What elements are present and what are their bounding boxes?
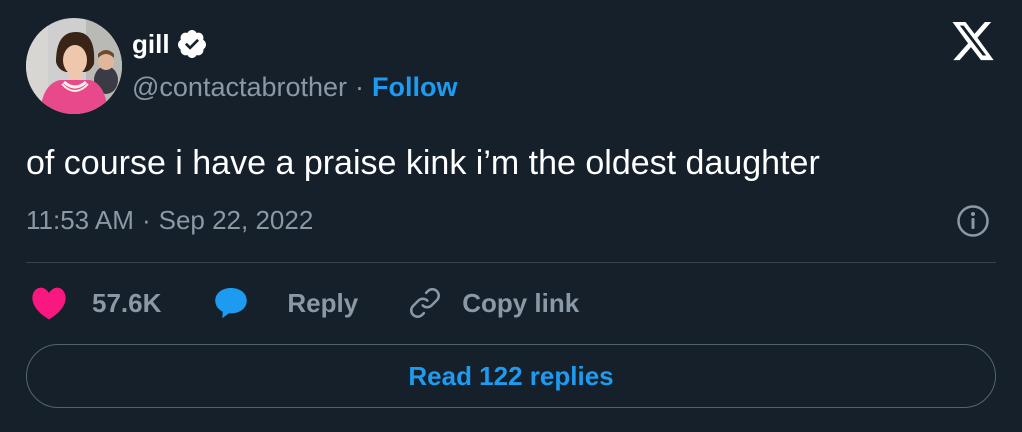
tweet-date: Sep 22, 2022 — [158, 205, 314, 235]
author-handle[interactable]: @contactabrother — [132, 70, 347, 104]
divider — [26, 262, 996, 263]
avatar[interactable] — [26, 18, 122, 114]
copy-link-label: Copy link — [462, 287, 580, 318]
read-replies-label: Read 122 replies — [408, 360, 614, 391]
like-count: 57.6K — [92, 287, 162, 318]
tweet-card: gill @contactabrother · Follow of course… — [0, 0, 1022, 432]
author-name-row: gill — [132, 26, 208, 62]
avatar-image — [26, 18, 122, 114]
author-name[interactable]: gill — [132, 26, 170, 62]
action-bar: 57.6K Reply Copy link — [30, 284, 579, 322]
copy-link-button[interactable]: Copy link — [406, 284, 579, 322]
x-logo-icon[interactable] — [950, 22, 996, 64]
follow-button[interactable]: Follow — [372, 70, 457, 104]
tweet-text: of course i have a praise kink i’m the o… — [26, 144, 820, 182]
reply-label: Reply — [287, 287, 359, 318]
tweet-timestamp[interactable]: 11:53 AM · Sep 22, 2022 — [26, 202, 313, 238]
heart-icon — [30, 286, 68, 320]
author-handle-row: @contactabrother · Follow — [132, 70, 458, 104]
reply-button[interactable]: Reply — [213, 286, 358, 320]
verified-badge-icon — [176, 28, 208, 60]
read-replies-button[interactable]: Read 122 replies — [26, 344, 996, 408]
speech-bubble-icon — [213, 286, 249, 320]
info-icon[interactable] — [956, 204, 990, 238]
like-button[interactable]: 57.6K — [30, 286, 161, 320]
tweet-time: 11:53 AM — [26, 205, 134, 235]
link-icon — [406, 284, 444, 322]
timestamp-separator: · — [141, 205, 151, 235]
handle-separator: · — [355, 72, 365, 102]
